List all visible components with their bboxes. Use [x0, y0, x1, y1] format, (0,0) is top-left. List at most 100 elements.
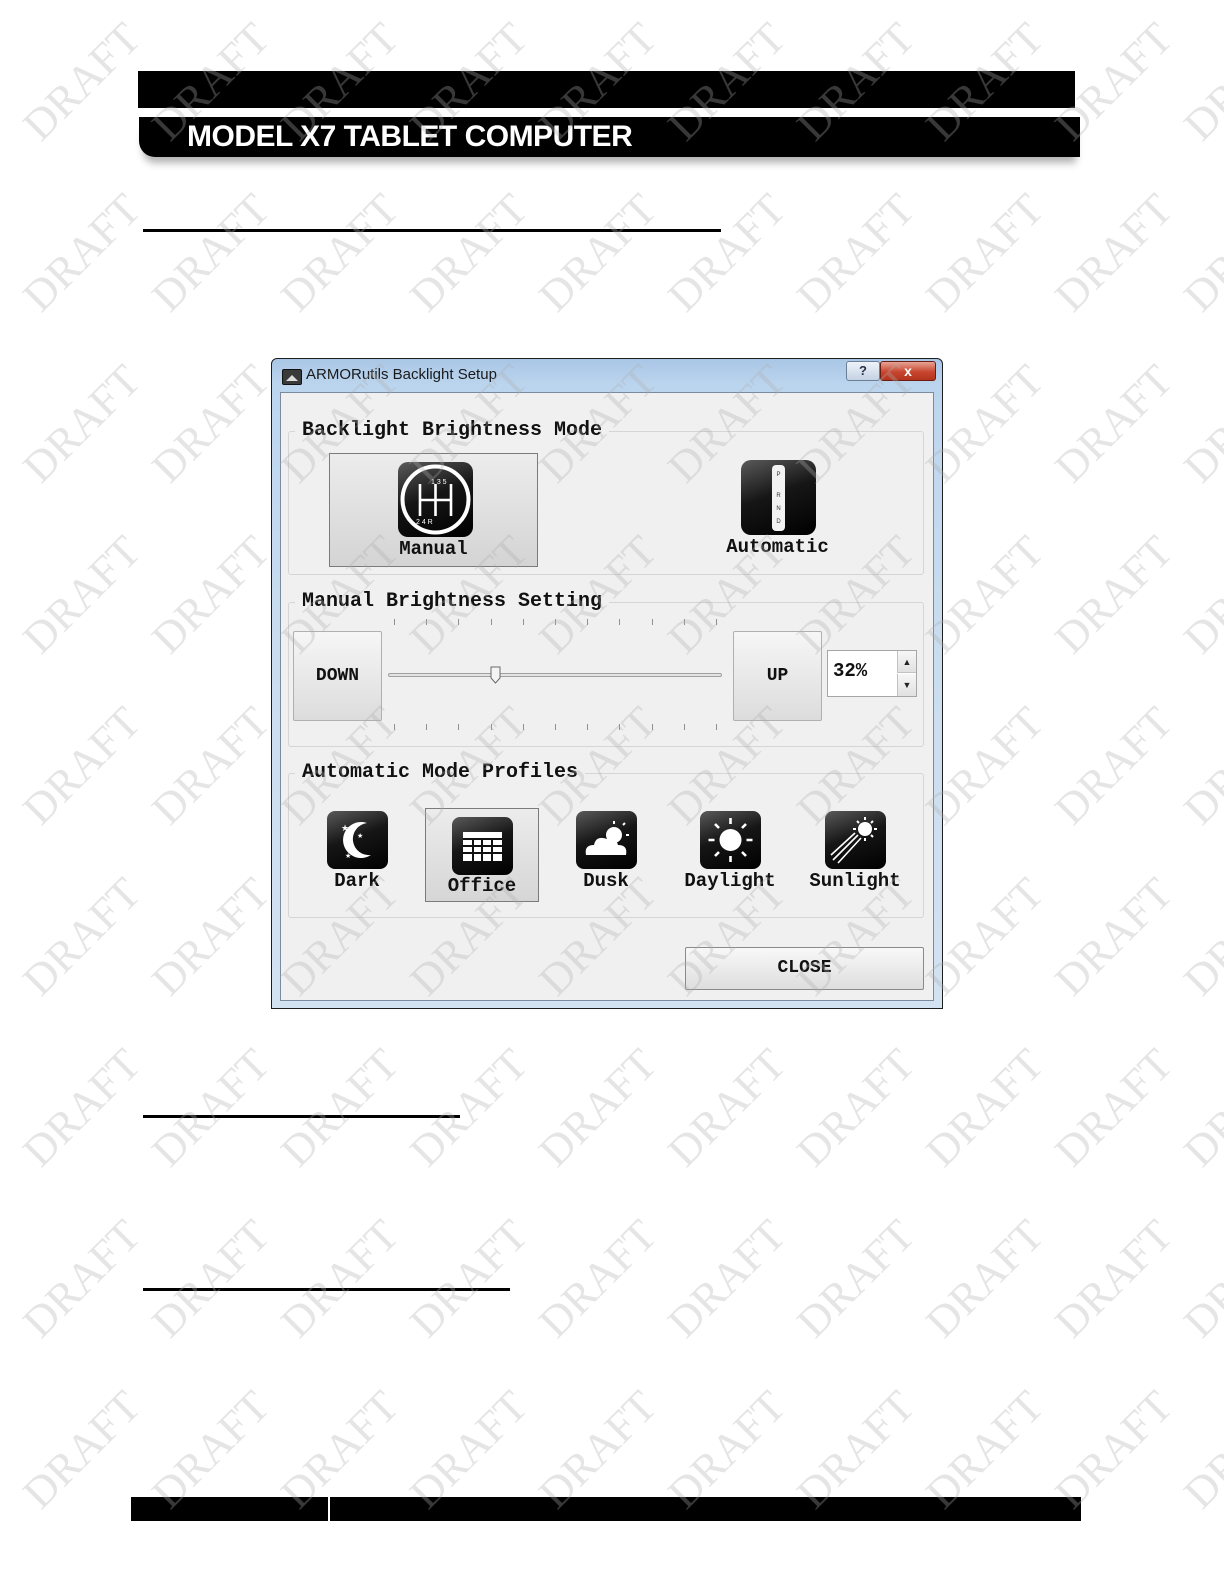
automatic-mode-label: Automatic	[726, 536, 829, 558]
brightness-slider-thumb[interactable]	[490, 666, 501, 684]
watermark-text: DRAFT	[1174, 526, 1224, 663]
help-button[interactable]: ?	[846, 361, 880, 381]
watermark-text: DRAFT	[271, 184, 409, 321]
watermark-text: DRAFT	[13, 697, 151, 834]
slider-tick	[458, 724, 460, 730]
header-top-bar	[138, 71, 1075, 108]
watermark-text: DRAFT	[787, 1210, 925, 1347]
watermark-text: DRAFT	[1045, 355, 1183, 492]
slider-tick	[394, 724, 395, 730]
header-title-band: MODEL X7 TABLET COMPUTER	[139, 117, 1080, 157]
slider-tick	[426, 724, 428, 730]
watermark-text: DRAFT	[916, 1210, 1054, 1347]
watermark-text: DRAFT	[1045, 1210, 1183, 1347]
watermark-text: DRAFT	[658, 1210, 796, 1347]
slider-tick	[490, 619, 492, 625]
window-close-button[interactable]: x	[880, 361, 936, 381]
section-rule	[143, 1288, 510, 1291]
slider-tick	[651, 619, 653, 625]
section-rule	[143, 229, 721, 232]
spinner-up-arrow-icon[interactable]: ▲	[897, 651, 916, 673]
watermark-text: DRAFT	[1174, 1381, 1224, 1518]
spinner-down-arrow-icon[interactable]: ▼	[897, 674, 916, 696]
watermark-text: DRAFT	[142, 526, 280, 663]
watermark-text: DRAFT	[13, 184, 151, 321]
brightness-value-spinner[interactable]: 32% ▲ ▼	[827, 650, 917, 697]
watermark-text: DRAFT	[400, 1039, 538, 1176]
watermark-text: DRAFT	[13, 1381, 151, 1518]
watermark-text: DRAFT	[400, 1210, 538, 1347]
profile-dark-button[interactable]: ★ ★ ★ Dark	[300, 804, 414, 898]
profile-daylight-button[interactable]: Daylight	[673, 804, 787, 898]
brightness-up-button[interactable]: UP	[733, 631, 822, 721]
watermark-text: DRAFT	[529, 1210, 667, 1347]
slider-tick	[683, 724, 685, 730]
office-building-icon	[452, 817, 513, 875]
automatic-mode-button[interactable]: P R N D Automatic	[673, 452, 882, 566]
slider-tick	[426, 619, 428, 625]
svg-text:2 4 R: 2 4 R	[416, 519, 433, 526]
slider-tick	[651, 724, 653, 730]
profile-dark-label: Dark	[334, 870, 380, 892]
watermark-text: DRAFT	[13, 526, 151, 663]
brightness-slider-track[interactable]	[388, 673, 722, 677]
footer-divider	[328, 1497, 330, 1521]
section-rule	[143, 1115, 460, 1118]
watermark-text: DRAFT	[1045, 526, 1183, 663]
footer-bar	[131, 1497, 1081, 1521]
watermark-text: DRAFT	[529, 184, 667, 321]
watermark-text: DRAFT	[787, 1039, 925, 1176]
manual-mode-button[interactable]: 1 3 5 2 4 R Manual	[329, 453, 538, 567]
watermark-text: DRAFT	[13, 1210, 151, 1347]
watermark-text: DRAFT	[1174, 13, 1224, 150]
profiles-group: Automatic Mode Profiles ★ ★ ★ Dark Offic…	[288, 761, 924, 918]
slider-tick	[716, 724, 717, 730]
brightness-value[interactable]: 32%	[833, 660, 867, 682]
automatic-shifter-icon: P R N D	[741, 460, 816, 535]
sun-icon	[700, 811, 761, 869]
shifter-letter-n: N	[776, 506, 780, 512]
sun-rays-icon	[825, 811, 886, 869]
slider-tick	[522, 724, 524, 730]
app-icon	[282, 369, 302, 385]
profile-office-button[interactable]: Office	[425, 808, 539, 902]
slider-tick	[619, 619, 621, 625]
profile-dusk-button[interactable]: Dusk	[549, 804, 663, 898]
svg-text:★: ★	[345, 852, 351, 860]
watermark-text: DRAFT	[142, 868, 280, 1005]
watermark-text: DRAFT	[1045, 697, 1183, 834]
slider-tick	[555, 724, 556, 730]
watermark-text: DRAFT	[1045, 868, 1183, 1005]
watermark-text: DRAFT	[1174, 1039, 1224, 1176]
watermark-text: DRAFT	[1045, 1039, 1183, 1176]
watermark-text: DRAFT	[142, 355, 280, 492]
watermark-text: DRAFT	[1174, 1210, 1224, 1347]
slider-tick	[522, 619, 524, 625]
watermark-text: DRAFT	[271, 1210, 409, 1347]
shifter-letter-d: D	[776, 519, 781, 525]
slider-tick	[619, 724, 621, 730]
profile-sunlight-button[interactable]: Sunlight	[798, 804, 912, 898]
watermark-text: DRAFT	[529, 1039, 667, 1176]
watermark-text: DRAFT	[658, 1039, 796, 1176]
document-title: MODEL X7 TABLET COMPUTER	[187, 120, 633, 153]
slider-tick	[458, 619, 460, 625]
slider-tick	[683, 619, 685, 625]
profiles-legend: Automatic Mode Profiles	[295, 761, 586, 784]
watermark-text: DRAFT	[787, 184, 925, 321]
moon-stars-icon: ★ ★ ★	[327, 811, 388, 869]
svg-text:★: ★	[341, 824, 349, 834]
watermark-text: DRAFT	[658, 184, 796, 321]
svg-text:★: ★	[357, 832, 363, 840]
watermark-text: DRAFT	[13, 868, 151, 1005]
backlight-setup-window: ARMORutils Backlight Setup ? x Backlight…	[271, 358, 943, 1009]
window-title: ARMORutils Backlight Setup	[306, 366, 497, 383]
brightness-mode-legend: Backlight Brightness Mode	[295, 419, 610, 442]
watermark-text: DRAFT	[13, 13, 151, 150]
slider-tick	[490, 724, 492, 730]
watermark-text: DRAFT	[142, 1210, 280, 1347]
cloud-sun-icon	[576, 811, 637, 869]
brightness-down-button[interactable]: DOWN	[293, 631, 382, 721]
slider-tick	[555, 619, 556, 625]
close-button[interactable]: CLOSE	[685, 947, 924, 990]
